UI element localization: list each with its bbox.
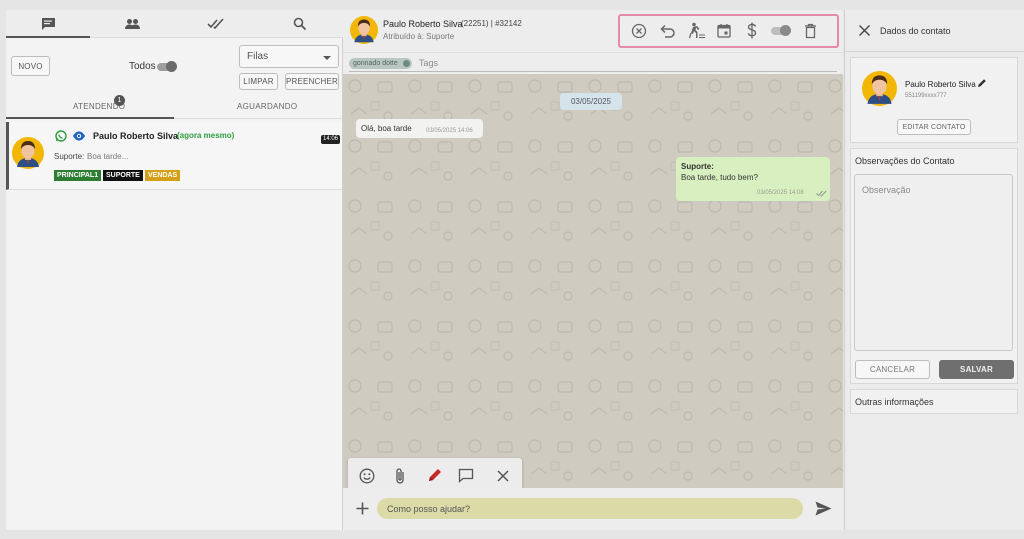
chat-icon: [41, 17, 56, 31]
tags-underline: [349, 71, 837, 72]
incoming-message-text: Olá, boa tarde: [361, 124, 412, 133]
bot-toggle-knob: [780, 25, 791, 36]
header-divider: [845, 51, 1024, 52]
dollar-icon[interactable]: [746, 22, 758, 39]
incoming-message-time: 03/05/2025 14:06: [426, 128, 473, 134]
queues-select[interactable]: Filas: [239, 45, 339, 68]
tab-chats[interactable]: [6, 14, 90, 34]
undo-icon[interactable]: [660, 24, 676, 38]
edit-contact-button[interactable]: EDITAR CONTATO: [897, 119, 971, 135]
last-message-prefix: Suporte:: [54, 152, 85, 161]
search-icon: [293, 17, 307, 31]
tickets-panel: NOVO Todos Filas LIMPAR PREENCHER ATENDE…: [6, 10, 343, 530]
remove-tag-icon[interactable]: [402, 60, 410, 67]
toggle-knob: [166, 61, 177, 72]
ticket-subtabs: ATENDENDO 1 AGUARDANDO: [6, 93, 343, 119]
notes-card: Observações do Contato Observação CANCEL…: [850, 148, 1018, 384]
chevron-down-icon: [323, 56, 331, 60]
tag-vendas: VENDAS: [145, 170, 181, 181]
read-check-icon: [816, 190, 827, 197]
tag-suporte: SUPORTE: [103, 170, 143, 181]
message-input[interactable]: Como posso ajudar?: [377, 498, 803, 519]
signature-pen-icon[interactable]: [427, 467, 443, 483]
transfer-icon[interactable]: [688, 22, 706, 40]
delete-icon[interactable]: [804, 23, 817, 39]
close-panel-icon[interactable]: [859, 25, 870, 36]
edit-pencil-icon[interactable]: [977, 78, 987, 88]
attending-count-badge: 1: [114, 95, 125, 106]
ticket-contact-name: Paulo Roberto Silva: [93, 131, 179, 141]
tag-chip[interactable]: gonnado dotte: [349, 58, 412, 69]
tab-resolved[interactable]: [174, 14, 258, 34]
contact-phone: 551199xxxx777: [905, 93, 947, 99]
close-ticket-icon[interactable]: [631, 23, 647, 39]
ticket-info: (22251) | #32142: [461, 19, 522, 28]
chat-contact-name: Paulo Roberto Silva: [383, 19, 463, 29]
date-divider: 03/05/2025: [560, 93, 622, 110]
eye-icon[interactable]: [72, 131, 86, 141]
outgoing-message: Suporte: Boa tarde, tudo bem? 03/05/2025…: [676, 157, 830, 201]
plus-icon[interactable]: [356, 502, 369, 515]
message-input-placeholder: Como posso ajudar?: [387, 504, 471, 514]
emoji-icon[interactable]: [359, 468, 375, 484]
bot-toggle[interactable]: [771, 25, 791, 36]
outgoing-message-time: 03/05/2025 14:08: [757, 190, 804, 196]
notes-textarea[interactable]: Observação: [854, 174, 1013, 351]
last-message-preview: Boa tarde...: [87, 152, 129, 161]
todos-label: Todos: [129, 61, 156, 72]
calendar-icon[interactable]: [717, 23, 731, 38]
ticket-time-badge: 14:06: [321, 135, 340, 144]
notes-title: Observações do Contato: [855, 156, 955, 166]
assigned-to: Atribuído à: Suporte: [383, 32, 455, 41]
queues-select-value: Filas: [247, 51, 269, 62]
contact-panel-title: Dados do contato: [880, 26, 951, 36]
active-subtab-indicator: [6, 117, 174, 119]
attach-icon[interactable]: [394, 467, 406, 485]
compose-bar: Como posso ajudar?: [343, 488, 843, 530]
todos-toggle[interactable]: [157, 61, 177, 72]
cancel-button[interactable]: CANCELAR: [855, 360, 930, 379]
outgoing-message-sender: Suporte:: [681, 162, 714, 171]
chat-header: Paulo Roberto Silva (22251) | #32142 Atr…: [343, 10, 843, 53]
outgoing-message-text: Boa tarde, tudo bem?: [681, 173, 758, 182]
send-icon[interactable]: [815, 501, 832, 516]
incoming-message: Olá, boa tarde 03/05/2025 14:06: [356, 119, 483, 138]
notes-placeholder: Observação: [862, 185, 911, 195]
tag-chip-label: gonnado dotte: [353, 60, 398, 67]
save-button[interactable]: SALVAR: [939, 360, 1014, 379]
clear-button[interactable]: LIMPAR: [239, 73, 278, 90]
chat-avatar[interactable]: [350, 16, 378, 44]
new-ticket-button[interactable]: NOVO: [11, 56, 50, 76]
double-check-icon: [207, 18, 225, 30]
active-tab-indicator: [6, 36, 90, 38]
tab-waiting[interactable]: AGUARDANDO: [237, 102, 297, 111]
other-info-title: Outras informações: [855, 397, 934, 407]
tag-principal1: PRINCIPAL1: [54, 170, 102, 181]
fill-button[interactable]: PREENCHER: [285, 73, 339, 90]
close-icon[interactable]: [497, 470, 509, 482]
whatsapp-icon: [55, 130, 67, 142]
contact-avatar: [862, 71, 897, 106]
other-info-card[interactable]: Outras informações: [850, 389, 1018, 414]
avatar: [12, 137, 44, 169]
contact-name: Paulo Roberto Silva: [905, 80, 976, 89]
quick-message-icon[interactable]: [458, 468, 474, 483]
tab-search[interactable]: [258, 14, 342, 34]
people-icon: [124, 18, 141, 30]
ticket-item[interactable]: Paulo Roberto Silva (agora mesmo) 14:06 …: [6, 122, 342, 190]
tab-contacts[interactable]: [90, 14, 174, 34]
main-nav: [6, 10, 343, 38]
chat-panel: Paulo Roberto Silva (22251) | #32142 Atr…: [343, 10, 843, 530]
tags-bar: gonnado dotte Tags: [343, 53, 843, 74]
ticket-time-status: (agora mesmo): [177, 131, 235, 140]
contact-card: Paulo Roberto Silva 551199xxxx777 EDITAR…: [850, 57, 1018, 143]
messages-area: 03/05/2025 Olá, boa tarde 03/05/2025 14:…: [343, 74, 843, 488]
contact-details-panel: Dados do contato Paulo Roberto Silva 551…: [844, 10, 1024, 530]
actions-highlight: [618, 14, 839, 48]
tags-input[interactable]: Tags: [419, 58, 438, 68]
